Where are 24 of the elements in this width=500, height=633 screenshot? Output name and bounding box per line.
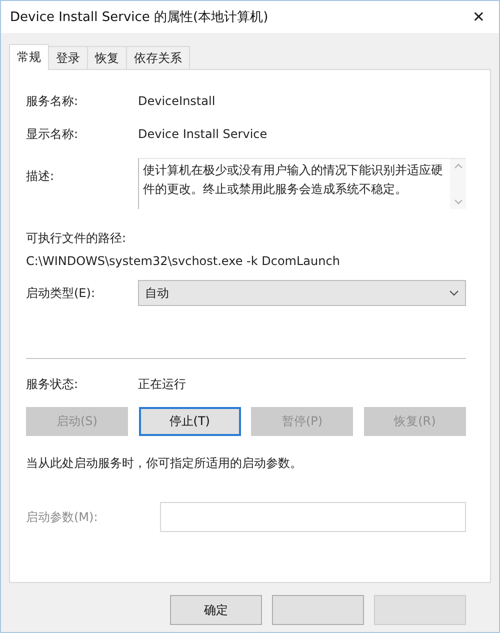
scroll-down-icon[interactable]: [454, 199, 462, 205]
close-button[interactable]: ✕: [468, 8, 489, 26]
startup-type-dropdown[interactable]: 自动: [138, 280, 466, 306]
hint-text: 当从此处启动服务时，你可指定所适用的启动参数。: [26, 454, 302, 472]
service-button[interactable]: 停止(T): [138, 407, 241, 436]
description-box[interactable]: 使计算机在极少或没有用户输入的情况下能识别并适应硬件的更改。终止或禁用此服务会造成系统不稳定。: [138, 158, 466, 209]
field-value: DeviceInstall: [138, 94, 216, 108]
status-value: 正在运行: [138, 376, 186, 392]
dialog-button[interactable]: [272, 595, 364, 625]
field-label: 显示名称:: [26, 126, 80, 142]
field-label: 描述:: [26, 168, 56, 185]
dialog-button[interactable]: 确定: [170, 595, 262, 625]
path-label: 可执行文件的路径:: [26, 230, 126, 246]
field-label: 服务名称:: [26, 92, 80, 110]
scroll-up-icon[interactable]: [454, 163, 462, 169]
field-label: 服务状态:: [26, 376, 80, 392]
field-label: 启动类型(E):: [26, 284, 96, 302]
chevron-down-icon: [449, 290, 459, 296]
path-value: C:\WINDOWS\system32\svchost.exe -k DcomLaunch: [26, 254, 340, 268]
field-value: Device Install Service: [138, 127, 268, 141]
window-title: Device Install Service 的属性(本地计算机): [10, 9, 268, 26]
tab[interactable]: 常规: [9, 44, 49, 70]
field-label: 启动参数(M):: [26, 508, 99, 526]
tab[interactable]: 依存关系: [126, 46, 190, 69]
